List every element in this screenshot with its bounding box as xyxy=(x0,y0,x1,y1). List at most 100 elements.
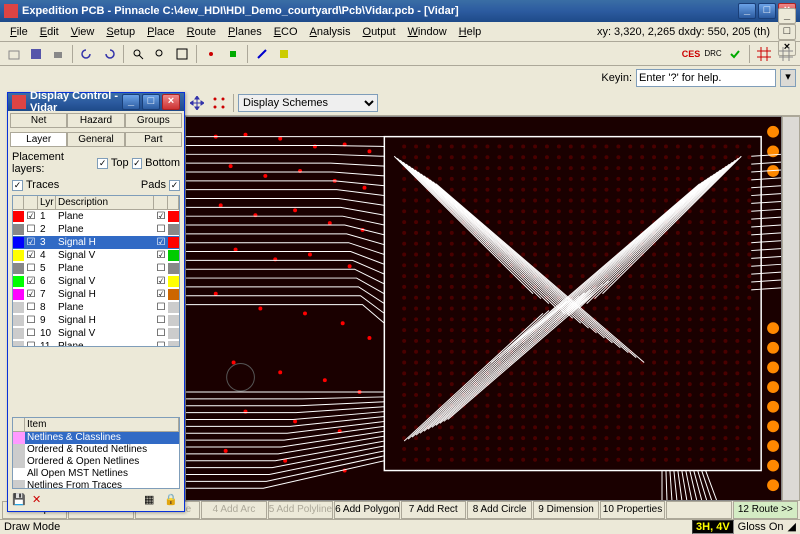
dc-maximize-button[interactable]: □ xyxy=(142,94,160,110)
layer-row[interactable]: ☐5Plane☐ xyxy=(13,262,179,275)
tool2-icon[interactable] xyxy=(223,44,243,64)
item-row[interactable]: Netlines & Classlines xyxy=(13,432,179,444)
dc-lock-icon[interactable]: 🔒 xyxy=(164,493,180,509)
item-row[interactable]: Ordered & Routed Netlines xyxy=(13,444,179,456)
fn-button-5[interactable]: 5 Add Polyline xyxy=(268,501,333,519)
scheme-select[interactable]: Display Schemes xyxy=(238,94,378,112)
tab-part[interactable]: Part xyxy=(125,132,182,147)
layer-row[interactable]: ☐2Plane☐ xyxy=(13,223,179,236)
item-row[interactable]: Ordered & Open Netlines xyxy=(13,456,179,468)
item-row[interactable]: All Open MST Netlines xyxy=(13,468,179,480)
tool4-icon[interactable] xyxy=(274,44,294,64)
item-list[interactable]: Item Netlines & ClasslinesOrdered & Rout… xyxy=(12,417,180,489)
layer-row[interactable]: ☑7Signal H☑ xyxy=(13,288,179,301)
fn-button-11[interactable] xyxy=(666,501,731,519)
menu-place[interactable]: Place xyxy=(141,24,181,40)
menu-setup[interactable]: Setup xyxy=(100,24,141,40)
fn-button-10[interactable]: 10 Properties xyxy=(600,501,665,519)
main-titlebar: Expedition PCB - Pinnacle C:\4ew_HDI\HDI… xyxy=(0,0,800,22)
layer-row[interactable]: ☑6Signal V☑ xyxy=(13,275,179,288)
dc-save-icon[interactable]: 💾 xyxy=(12,493,28,509)
doc-minimize-button[interactable]: _ xyxy=(778,8,796,24)
menu-help[interactable]: Help xyxy=(453,24,488,40)
fn-button-4[interactable]: 4 Add Arc xyxy=(201,501,266,519)
drc-icon[interactable]: DRC xyxy=(703,44,723,64)
grid2-icon[interactable] xyxy=(776,44,796,64)
display-control-window[interactable]: Display Control - Vidar _ □ × Net Hazard… xyxy=(7,92,185,512)
bottom-checkbox[interactable] xyxy=(132,158,142,169)
fn-button-8[interactable]: 8 Add Circle xyxy=(467,501,532,519)
secondary-toolbar: Keyin: ▾ xyxy=(0,66,800,90)
tool3-icon[interactable] xyxy=(252,44,272,64)
tab-layer[interactable]: Layer xyxy=(10,132,67,147)
tab-general[interactable]: General xyxy=(67,132,124,147)
app-icon xyxy=(4,4,18,18)
menu-output[interactable]: Output xyxy=(357,24,402,40)
maximize-button[interactable]: □ xyxy=(758,3,776,19)
menu-window[interactable]: Window xyxy=(402,24,453,40)
item-row[interactable]: Netlines From Traces xyxy=(13,480,179,489)
resize-grip-icon[interactable]: ◢ xyxy=(788,520,796,533)
save-icon[interactable] xyxy=(26,44,46,64)
fn-button-6[interactable]: 6 Add Polygon xyxy=(334,501,399,519)
vertical-scrollbar[interactable] xyxy=(782,116,800,501)
dc-icon xyxy=(12,95,26,109)
scheme-toolbar: Display Schemes xyxy=(185,90,800,116)
menu-view[interactable]: View xyxy=(65,24,101,40)
menu-eco[interactable]: ECO xyxy=(268,24,304,40)
layer-row[interactable]: ☐9Signal H☐ xyxy=(13,314,179,327)
pads-label: Pads xyxy=(141,179,166,191)
fn-button-9[interactable]: 9 Dimension xyxy=(533,501,598,519)
traces-checkbox[interactable] xyxy=(12,180,23,191)
layer-row[interactable]: ☑1Plane☑ xyxy=(13,210,179,223)
layer-row[interactable]: ☐10Signal V☐ xyxy=(13,327,179,340)
find-icon[interactable] xyxy=(128,44,148,64)
layer-list[interactable]: Lyr Description ☑1Plane☑☐2Plane☐☑3Signal… xyxy=(12,195,180,347)
fit-icon[interactable] xyxy=(172,44,192,64)
keyin-input[interactable] xyxy=(636,69,776,87)
menu-planes[interactable]: Planes xyxy=(222,24,268,40)
check-icon[interactable] xyxy=(725,44,745,64)
ces-icon[interactable]: CES xyxy=(681,44,701,64)
layer-row[interactable]: ☐11Plane☐ xyxy=(13,340,179,347)
undo-icon[interactable] xyxy=(77,44,97,64)
menu-file[interactable]: File xyxy=(4,24,34,40)
minimize-button[interactable]: _ xyxy=(738,3,756,19)
keyin-label: Keyin: xyxy=(601,72,632,84)
tab-groups[interactable]: Groups xyxy=(125,113,182,128)
app-title: Expedition PCB - Pinnacle C:\4ew_HDI\HDI… xyxy=(22,5,738,17)
tool-icon[interactable] xyxy=(201,44,221,64)
dc-close-button[interactable]: × xyxy=(162,94,180,110)
coordinates-display: xy: 3,320, 2,265 dxdy: 550, 205 (th) xyxy=(597,26,778,38)
layer-row[interactable]: ☑3Signal H☑ xyxy=(13,236,179,249)
grid-icon[interactable] xyxy=(754,44,774,64)
menu-edit[interactable]: Edit xyxy=(34,24,65,40)
doc-maximize-button[interactable]: □ xyxy=(778,24,796,40)
dc-layers-icon[interactable]: ▦ xyxy=(144,493,160,509)
dc-minimize-button[interactable]: _ xyxy=(122,94,140,110)
tab-hazard[interactable]: Hazard xyxy=(67,113,124,128)
fn-button-12[interactable]: 12 Route >> xyxy=(733,501,798,519)
layer-indicator: 3H, 4V xyxy=(692,520,734,534)
fn-button-7[interactable]: 7 Add Rect xyxy=(401,501,466,519)
pcb-canvas[interactable] xyxy=(185,116,782,501)
menu-route[interactable]: Route xyxy=(181,24,222,40)
tab-net[interactable]: Net xyxy=(10,113,67,128)
mode-status: Draw Mode xyxy=(4,521,60,533)
redo-icon[interactable] xyxy=(99,44,119,64)
print-icon[interactable] xyxy=(48,44,68,64)
menu-analysis[interactable]: Analysis xyxy=(304,24,357,40)
top-checkbox[interactable] xyxy=(97,158,107,169)
gloss-status: Gloss On xyxy=(738,521,784,533)
layer-row[interactable]: ☑4Signal V☑ xyxy=(13,249,179,262)
keyin-dropdown[interactable]: ▾ xyxy=(780,69,796,87)
placement-label: Placement layers: xyxy=(12,151,94,175)
pads-checkbox[interactable] xyxy=(169,180,180,191)
layer-row[interactable]: ☐8Plane☐ xyxy=(13,301,179,314)
dc-delete-icon[interactable]: ✕ xyxy=(32,493,48,509)
open-icon[interactable] xyxy=(4,44,24,64)
snap-icon[interactable] xyxy=(209,93,229,113)
move-icon[interactable] xyxy=(187,93,207,113)
main-toolbar: CES DRC xyxy=(0,42,800,66)
zoom-icon[interactable] xyxy=(150,44,170,64)
